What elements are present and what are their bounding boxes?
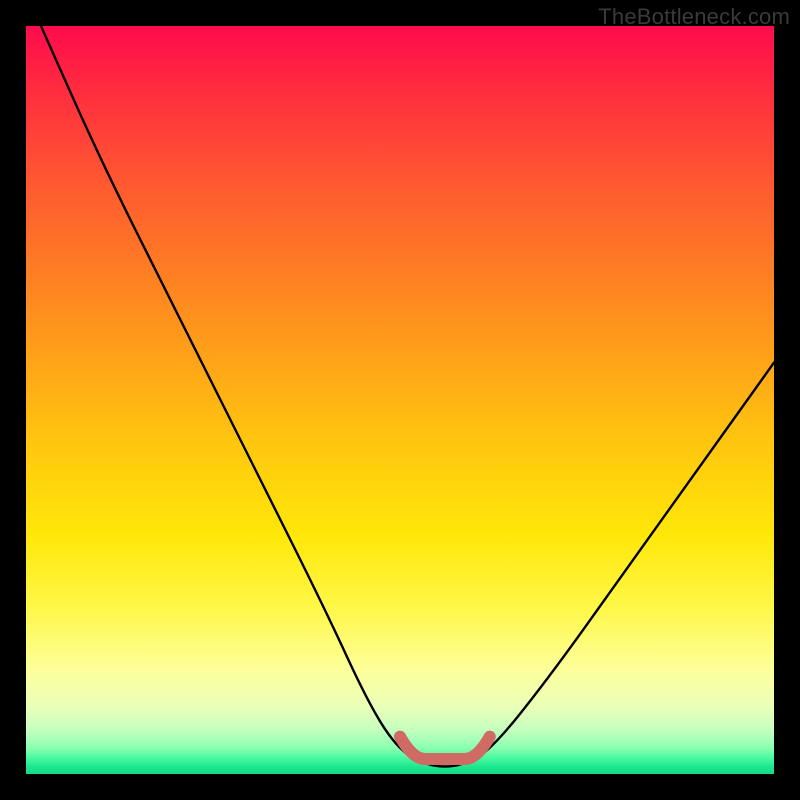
- flat-minimum-highlight: [400, 737, 490, 759]
- chart-svg: [26, 26, 774, 774]
- chart-plot-area: [26, 26, 774, 774]
- watermark-text: TheBottleneck.com: [598, 4, 790, 30]
- chart-frame: TheBottleneck.com: [0, 0, 800, 800]
- bottleneck-curve-path: [41, 26, 774, 767]
